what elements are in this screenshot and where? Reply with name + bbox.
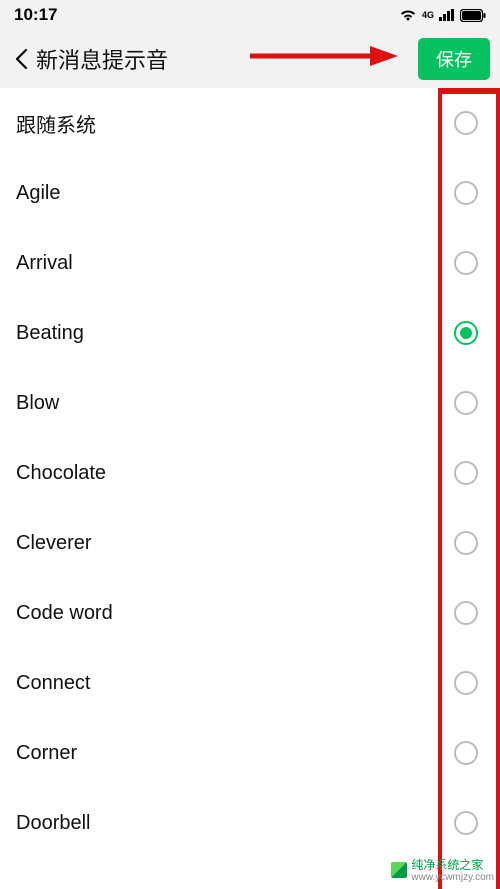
radio-icon[interactable]	[454, 601, 478, 625]
status-time: 10:17	[14, 5, 57, 25]
sound-row[interactable]: Corner	[0, 718, 500, 788]
sound-label: Cleverer	[16, 532, 454, 555]
radio-icon[interactable]	[454, 391, 478, 415]
sound-row[interactable]: Agile	[0, 158, 500, 228]
radio-icon[interactable]	[454, 251, 478, 275]
sound-label: Beating	[16, 322, 454, 345]
radio-icon[interactable]	[454, 461, 478, 485]
chevron-left-icon	[14, 48, 28, 70]
watermark-line1: 纯净系统之家	[411, 858, 483, 872]
battery-icon	[460, 9, 486, 22]
sound-list: 跟随系统 Agile Arrival Beating Blow Chocolate Clev…	[0, 88, 500, 858]
sound-label: Doorbell	[16, 812, 454, 835]
sound-row[interactable]: Blow	[0, 368, 500, 438]
watermark-line2: www.ycwmjzy.com	[411, 873, 494, 883]
status-icons: 4G	[399, 8, 486, 22]
sound-label: Arrival	[16, 252, 454, 275]
signal-4g-icon: 4G	[422, 10, 434, 20]
radio-icon[interactable]	[454, 181, 478, 205]
sound-list-wrap: 跟随系统 Agile Arrival Beating Blow Chocolate Clev…	[0, 88, 500, 889]
page-title: 新消息提示音	[36, 43, 168, 75]
watermark: 纯净系统之家 www.ycwmjzy.com	[391, 856, 494, 883]
sound-row[interactable]: Connect	[0, 648, 500, 718]
status-bar: 10:17 4G	[0, 0, 500, 30]
sound-label: Connect	[16, 672, 454, 695]
watermark-logo-icon	[391, 862, 407, 878]
radio-icon[interactable]	[454, 811, 478, 835]
radio-icon[interactable]	[454, 531, 478, 555]
sound-label: 跟随系统	[16, 109, 454, 138]
radio-icon[interactable]	[454, 111, 478, 135]
sound-label: Corner	[16, 742, 454, 765]
sound-row[interactable]: Chocolate	[0, 438, 500, 508]
save-button[interactable]: 保存	[418, 38, 490, 80]
sound-row[interactable]: Doorbell	[0, 788, 500, 858]
sound-row[interactable]: Cleverer	[0, 508, 500, 578]
radio-icon[interactable]	[454, 321, 478, 345]
back-button[interactable]	[14, 48, 28, 70]
header: 新消息提示音 保存	[0, 30, 500, 88]
sound-label: Code word	[16, 602, 454, 625]
wifi-icon	[399, 8, 417, 22]
radio-icon[interactable]	[454, 671, 478, 695]
signal-bars-icon	[439, 9, 455, 21]
sound-row[interactable]: Arrival	[0, 228, 500, 298]
radio-icon[interactable]	[454, 741, 478, 765]
sound-label: Agile	[16, 182, 454, 205]
sound-row[interactable]: 跟随系统	[0, 88, 500, 158]
sound-label: Chocolate	[16, 462, 454, 485]
sound-label: Blow	[16, 392, 454, 415]
sound-row[interactable]: Beating	[0, 298, 500, 368]
sound-row[interactable]: Code word	[0, 578, 500, 648]
